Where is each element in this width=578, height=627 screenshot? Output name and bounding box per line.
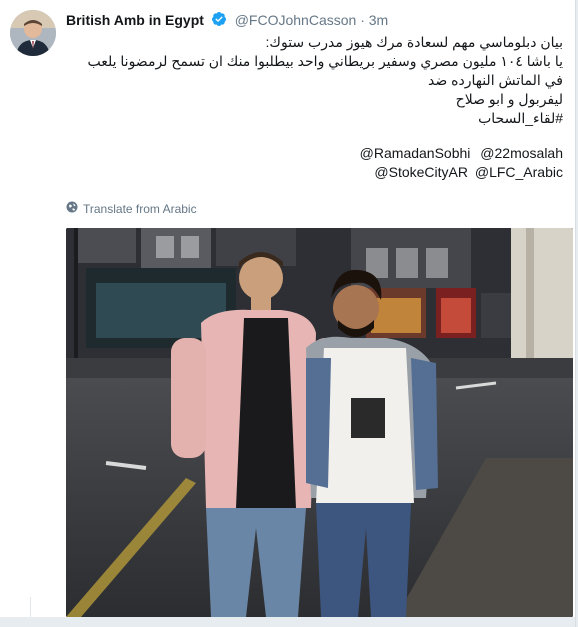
mention-link[interactable]: @22mosalah <box>480 145 563 161</box>
author-handle[interactable]: @FCOJohnCasson <box>235 12 357 28</box>
tweet-text-line: بيان دبلوماسي مهم لسعادة مرك هيوز مدرب س… <box>265 34 563 50</box>
mention-link[interactable]: @LFC_Arabic <box>475 164 563 180</box>
street-photo-image <box>66 228 573 617</box>
translate-label: Translate from Arabic <box>83 201 197 216</box>
author-name[interactable]: British Amb in Egypt <box>66 12 204 28</box>
globe-icon <box>66 201 78 216</box>
author-avatar[interactable] <box>10 10 56 56</box>
mention-link[interactable]: @StokeCityAR <box>374 164 468 180</box>
tweet-photo[interactable] <box>66 228 573 617</box>
tweet-card[interactable]: British Amb in Egypt @FCOJohnCasson · 3m… <box>0 0 576 627</box>
tweet-text: بيان دبلوماسي مهم لسعادة مرك هيوز مدرب س… <box>66 33 563 182</box>
translate-link[interactable]: Translate from Arabic <box>66 201 197 216</box>
mention-line: @StokeCityAR @LFC_Arabic <box>66 163 563 182</box>
avatar-photo <box>10 10 56 56</box>
mentions-block: @RamadanSobhi @22mosalah @StokeCityAR @L… <box>66 144 563 182</box>
tweet-timestamp[interactable]: 3m <box>369 12 388 28</box>
separator-dot: · <box>360 12 365 28</box>
mention-link[interactable]: @RamadanSobhi <box>360 145 471 161</box>
tweet-text-line: يا باشا ١٠٤ مليون مصري وسفير بريطاني واح… <box>87 53 563 88</box>
verified-badge-icon <box>211 11 227 30</box>
tweet-header: British Amb in Egypt @FCOJohnCasson · 3m <box>66 11 388 30</box>
mention-line: @RamadanSobhi @22mosalah <box>66 144 563 163</box>
page-background-strip <box>0 617 575 627</box>
hashtag-link[interactable]: #لقاء_السحاب <box>66 109 563 128</box>
tweet-text-line: ليفربول و ابو صلاح <box>455 91 563 107</box>
